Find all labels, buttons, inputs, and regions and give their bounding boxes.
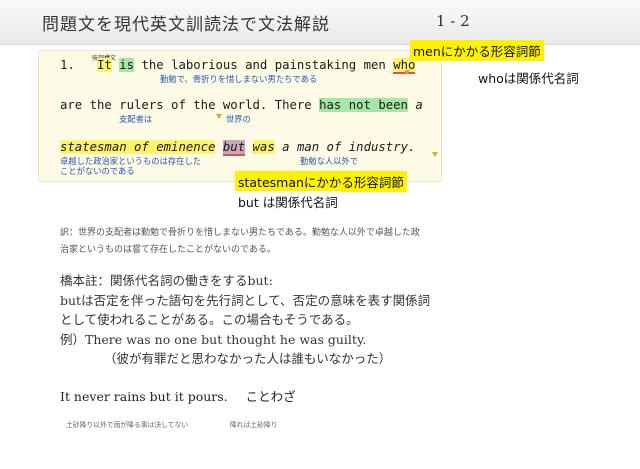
gloss-world: 世界の [226, 114, 251, 124]
gloss-rulers: 支配者は [119, 114, 153, 124]
word-it: It [97, 58, 112, 72]
phrase-has-not-been: has not been [319, 98, 408, 112]
sentence-line-3: statesman of eminence but was a man of i… [60, 140, 416, 156]
sentence-line-1: 1. It is the laborious and painstaking m… [60, 58, 416, 74]
phrase-man-of-industry: a man of industry [282, 140, 408, 154]
tag-statesman-clause: statesmanにかかる形容詞節 [235, 171, 407, 192]
proverb-label: ことわざ [245, 389, 296, 404]
word-men: men [363, 58, 386, 72]
tag-men-clause: menにかかる形容詞節 [410, 40, 544, 61]
marker-triangle-rulers [216, 114, 222, 119]
gloss-except-industrious: 勤勉な人以外で [300, 156, 359, 166]
sentence-period: . [408, 140, 416, 154]
gloss-laborious-men: 勤勉で、骨折りを惜しまない男たちである [160, 74, 318, 84]
line1-rest: the laborious and painstaking [134, 58, 364, 72]
word-but: but [222, 140, 246, 156]
tag-but-relative: but は関係代名詞 [235, 191, 341, 212]
footer-idiomatic-translation: 降れば土砂降り [230, 421, 278, 429]
page-title: 問題文を現代英文訓読法で文法解説 [42, 15, 330, 35]
tag-who-relative: whoは関係代名詞 [475, 67, 582, 88]
word-a: a [415, 98, 423, 112]
gloss-statesman: 卓越した政治家というものは存在した ことがないのである [60, 156, 202, 176]
line2-start: are the rulers of the world. There [60, 98, 320, 112]
phrase-statesman-of-eminence: statesman of eminence [60, 140, 216, 154]
marker-triangle-who [404, 70, 410, 75]
translation: 訳：世界の支配者は勤勉で骨折りを惜しまない男たちである。勤勉な人以外で卓越した政… [60, 228, 420, 255]
note-example: 例）There was no one but thought he was gu… [60, 331, 367, 347]
proverb: It never rains but it pours. ことわざ [60, 386, 296, 405]
proverb-text: It never rains but it pours. [60, 389, 228, 404]
annotation-note: 橋本註：関係代名詞の働きをするbut: butは否定を伴った語句を先行詞として、… [60, 271, 430, 369]
word-is: is [119, 58, 135, 72]
marker-triangle-industry [432, 152, 438, 157]
footer-literal-translation: 土砂降り以外で雨が降る事は決してない [66, 421, 189, 429]
word-was: was [252, 140, 275, 154]
sentence-number: 1. [60, 58, 75, 72]
sentence-line-2: are the rulers of the world. There has n… [60, 98, 423, 112]
note-heading: 橋本註：関係代名詞の働きをするbut: [60, 273, 273, 288]
note-example-translation: （彼が有罪だと思わなかった人は誰もいなかった） [104, 351, 392, 366]
page-number: 1 - 2 [436, 12, 470, 30]
